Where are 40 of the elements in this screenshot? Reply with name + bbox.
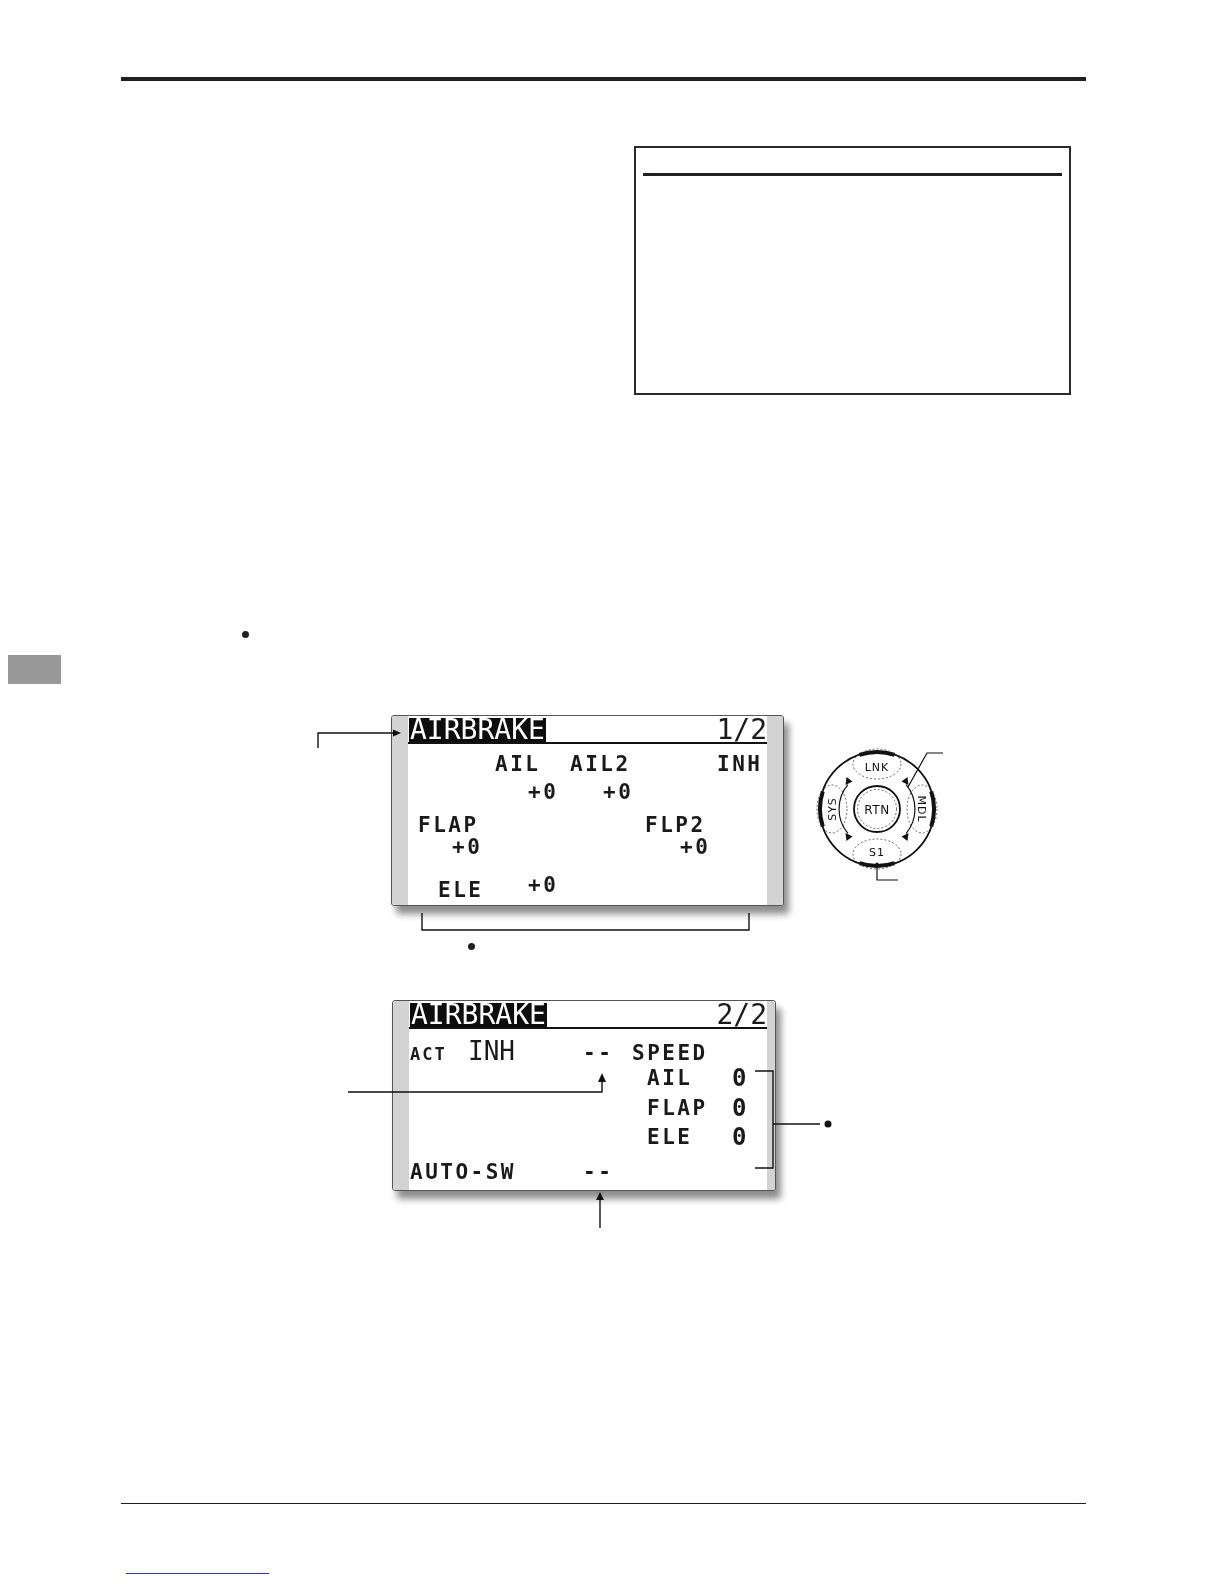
- status-text: INH: [717, 754, 763, 775]
- mix-rate-value: +0: [680, 837, 711, 858]
- speed-value: 0: [732, 1098, 747, 1119]
- channel-label: FLAP: [647, 1096, 708, 1120]
- speed-value: 0: [732, 1127, 747, 1148]
- speed-label: SPEED: [632, 1043, 708, 1064]
- page-indicator: 1/2: [716, 718, 767, 742]
- channel-label: AIL: [647, 1066, 693, 1090]
- speed-value: 0: [732, 1068, 747, 1089]
- dial-key-label: S1: [869, 846, 885, 859]
- mix-rate-value: +0: [528, 780, 559, 804]
- channel-label: FLP2: [645, 815, 706, 836]
- page-indicator: 2/2: [716, 1003, 767, 1027]
- curved-arrow: [838, 777, 853, 841]
- auto-switch-label: AUTO-SW: [410, 1160, 516, 1184]
- bullet-icon: [824, 1120, 832, 1128]
- channel-label: ELE: [647, 1125, 693, 1149]
- switch-value: --: [583, 1162, 614, 1183]
- bullet-icon: [242, 631, 249, 638]
- leader-arrow: [596, 1192, 604, 1229]
- mix-rate-value: +0: [603, 782, 634, 803]
- dial-key-label: MDL: [915, 795, 928, 823]
- mix-rate-value: +0: [528, 875, 559, 896]
- screen-title: AIRBRAKE: [409, 718, 546, 742]
- leader-line: [907, 752, 944, 788]
- switch-value: --: [583, 1041, 614, 1065]
- screen-title: AIRBRAKE: [410, 1003, 547, 1027]
- dial-key-label: SYS: [826, 797, 839, 821]
- act-state: INH: [468, 1036, 515, 1066]
- leader-line: [875, 862, 899, 881]
- channel-label: AIL: [495, 752, 541, 776]
- channel-label: FLAP: [418, 813, 479, 837]
- curved-arrow: [901, 777, 916, 841]
- mix-rate-value: +0: [452, 835, 483, 859]
- channel-label: AIL2: [570, 752, 631, 776]
- channel-label: ELE: [438, 878, 484, 902]
- dial-key-label: LNK: [864, 761, 890, 774]
- bullet-icon: [468, 943, 475, 950]
- act-label: ACT: [410, 1044, 447, 1064]
- dial-key-label: RTN: [864, 802, 890, 817]
